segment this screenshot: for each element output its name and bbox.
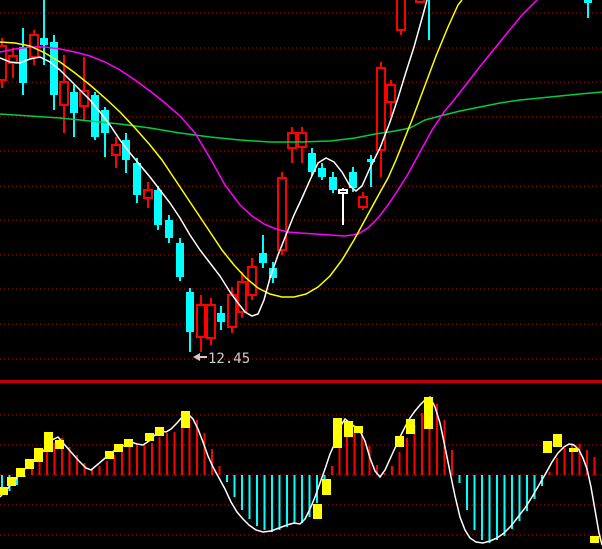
signal-block: [333, 418, 342, 448]
candle-body: [176, 243, 184, 277]
signal-block: [25, 459, 34, 469]
signal-block: [322, 479, 331, 495]
candle-body: [112, 145, 120, 155]
signal-block: [145, 433, 154, 441]
signal-block: [313, 504, 322, 519]
candle-body: [144, 190, 152, 198]
signal-block: [181, 411, 190, 428]
signal-block: [543, 441, 552, 453]
left-arrow-icon: [193, 353, 207, 361]
candle-body: [186, 292, 194, 332]
candle-body: [165, 220, 173, 238]
candle-body: [217, 313, 225, 322]
signal-block: [105, 451, 114, 459]
ma-line-white: [0, 0, 427, 316]
candle-body: [416, 0, 424, 2]
stock-chart[interactable]: 12.45: [0, 0, 602, 549]
candle-body: [133, 163, 141, 195]
chart-canvas[interactable]: 12.45: [0, 0, 602, 549]
candle-body: [359, 197, 367, 207]
signal-block: [34, 448, 43, 462]
signal-block: [44, 432, 53, 452]
candle-body: [387, 85, 395, 102]
candle-body: [339, 190, 347, 193]
ma-line-magenta: [0, 0, 537, 236]
ma-line-yellow: [0, 0, 462, 297]
signal-block: [16, 468, 25, 477]
candle-body: [329, 177, 337, 190]
signal-block: [344, 421, 353, 437]
signal-block: [590, 536, 599, 543]
oscillator-histogram: [2, 402, 595, 543]
signal-block: [354, 426, 363, 433]
candle-body: [207, 305, 215, 338]
candle-body: [197, 305, 205, 337]
signal-block: [553, 434, 562, 447]
signal-block: [424, 397, 433, 429]
candle-body: [288, 133, 296, 148]
candlestick-series: [0, 0, 592, 352]
candle-body: [318, 168, 326, 177]
candle-body: [154, 190, 162, 225]
panel-separator-line: [0, 380, 602, 383]
low-price-label: 12.45: [193, 351, 250, 367]
signal-block: [124, 439, 133, 447]
candle-body: [19, 47, 27, 83]
signal-block: [155, 427, 164, 436]
candle-body: [584, 0, 592, 3]
candle-body: [259, 253, 267, 263]
candle-body: [397, 0, 405, 30]
candle-body: [298, 133, 306, 147]
signal-block: [395, 436, 404, 447]
upper-gridlines: [0, 13, 602, 359]
signal-block: [569, 448, 578, 452]
signal-block: [406, 419, 415, 434]
signal-block: [0, 487, 8, 495]
signal-block: [55, 440, 64, 449]
candle-body: [50, 42, 58, 95]
signal-block: [7, 477, 16, 486]
candle-body: [40, 38, 48, 45]
signal-block: [114, 444, 123, 452]
candle-body: [91, 95, 99, 137]
low-price-text: 12.45: [208, 351, 250, 367]
candle-body: [70, 92, 78, 113]
candle-body: [60, 82, 68, 105]
